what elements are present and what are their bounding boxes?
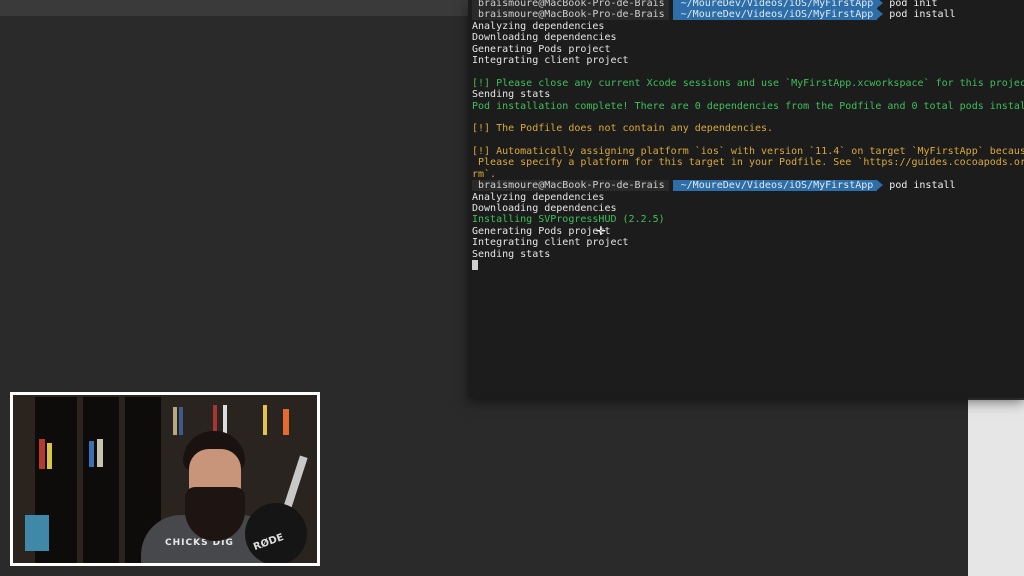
terminal-output-line: Downloading dependencies	[472, 32, 617, 44]
book	[173, 407, 177, 435]
crosshair-cursor-icon: ✛	[596, 224, 607, 238]
terminal-output-line: [!] The Podfile does not contain any dep…	[472, 123, 774, 135]
prompt-path: ~/MoureDev/Videos/iOS/MyFirstApp	[672, 9, 878, 21]
prompt-path: ~/MoureDev/Videos/iOS/MyFirstApp	[672, 180, 878, 192]
prompt-arrow-icon	[877, 9, 884, 20]
book	[223, 405, 227, 435]
terminal-output-line: [!] Automatically assigning platform `io…	[472, 146, 1024, 158]
book	[263, 405, 267, 435]
desktop-background: braismoure@MacBook-Pro-de-Brais ~/MoureDe…	[0, 0, 1024, 576]
prompt-command: pod install	[889, 9, 956, 21]
terminal-output-line: Pod installation complete! There are 0 d…	[472, 100, 1024, 112]
terminal-output-line: Analyzing dependencies	[472, 20, 605, 32]
terminal-output[interactable]: braismoure@MacBook-Pro-de-Brais ~/MoureDe…	[472, 0, 1024, 271]
book	[39, 439, 45, 469]
blue-stool	[25, 515, 49, 551]
terminal-prompt-line: braismoure@MacBook-Pro-de-Brais ~/MoureDe…	[472, 0, 1024, 9]
prompt-path: ~/MoureDev/Videos/iOS/MyFirstApp	[672, 0, 878, 9]
terminal-output-line: Generating Pods project	[472, 225, 611, 237]
prompt-arrow-icon	[877, 180, 884, 191]
terminal-prompt-line: braismoure@MacBook-Pro-de-Brais ~/MoureDe…	[472, 9, 1024, 21]
bookshelf-middle	[83, 397, 119, 563]
terminal-prompt-line: braismoure@MacBook-Pro-de-Brais ~/MoureDe…	[472, 180, 1024, 192]
terminal-output-line: Installing SVProgressHUD (2.2.5)	[472, 214, 665, 226]
text-cursor	[472, 259, 478, 270]
terminal-output-line: rm`.	[472, 168, 497, 180]
terminal-output-line: Integrating client project	[472, 237, 629, 249]
prompt-user: braismoure@MacBook-Pro-de-Brais	[472, 0, 669, 9]
prompt-command: pod init	[889, 0, 938, 9]
prompt-user: braismoure@MacBook-Pro-de-Brais	[472, 9, 669, 21]
terminal-output-line: Downloading dependencies	[472, 203, 617, 215]
window-title-bar	[0, 0, 470, 16]
book	[89, 441, 94, 467]
book	[283, 409, 289, 435]
book	[179, 407, 183, 435]
prompt-arrow-icon	[877, 0, 884, 8]
terminal-output-line: Please specify a platform for this targe…	[472, 157, 1024, 169]
terminal-output-line: Sending stats	[472, 89, 551, 101]
prompt-command: pod install	[889, 180, 956, 192]
terminal-output-line: Integrating client project	[472, 54, 629, 66]
book	[97, 439, 103, 467]
webcam-overlay: CHICKS DIG RØDE	[10, 392, 320, 566]
terminal-output-line: Generating Pods project	[472, 43, 611, 55]
terminal-output-line: [!] Please close any current Xcode sessi…	[472, 77, 1024, 89]
terminal-output-line: Analyzing dependencies	[472, 191, 605, 203]
prompt-user: braismoure@MacBook-Pro-de-Brais	[472, 180, 669, 192]
terminal-output-line: Sending stats	[472, 248, 551, 260]
webcam-video: CHICKS DIG RØDE	[13, 395, 317, 563]
terminal-window[interactable]: braismoure@MacBook-Pro-de-Brais ~/MoureDe…	[468, 0, 1024, 398]
terminal-cursor-line	[472, 259, 1024, 271]
book	[47, 443, 52, 469]
